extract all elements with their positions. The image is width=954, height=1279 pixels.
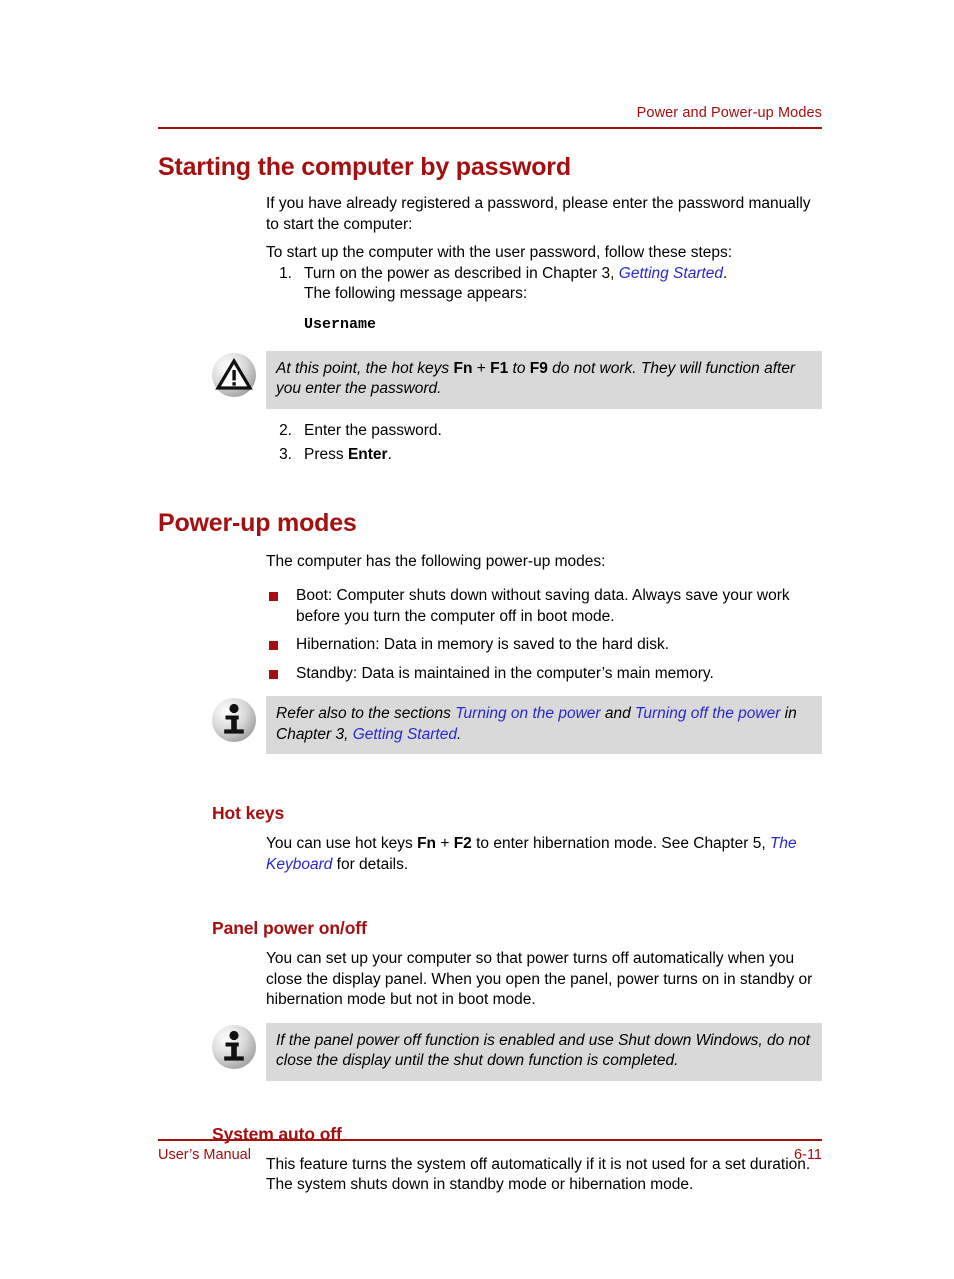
panel-power-section: Panel power on/off You can set up your c…: [212, 917, 822, 1011]
header-divider-rule: [158, 127, 822, 129]
page-running-header: Power and Power-up Modes: [158, 104, 822, 122]
key-fn-label: Fn: [453, 359, 473, 377]
step-text-after-bold: .: [387, 446, 392, 463]
heading-hot-keys: Hot keys: [212, 803, 285, 823]
panel-power-body: You can set up your computer so that pow…: [266, 949, 822, 1011]
warning-text-part-2: +: [472, 359, 491, 377]
hot-keys-part-2: +: [436, 835, 454, 852]
callout-info-refer-sections: Refer also to the sections Turning on th…: [212, 696, 822, 754]
power-up-modes-intro: The computer has the following power-up …: [266, 552, 606, 570]
hot-keys-section: Hot keys You can use hot keys Fn + F2 to…: [212, 802, 822, 875]
footer-manual-label: User’s Manual: [158, 1147, 251, 1163]
key-f9-label: F9: [529, 359, 548, 377]
warning-text-part-3: to: [508, 359, 530, 377]
power-up-modes-bullet-list: Boot: Computer shuts down without saving…: [266, 586, 822, 684]
starting-leadin-paragraph: To start up the computer with the user p…: [266, 244, 733, 261]
heading-starting-computer-by-password: Starting the computer by password: [158, 153, 571, 181]
warning-triangle-icon: [212, 352, 256, 397]
starting-body-block: If you have already registered a passwor…: [266, 194, 822, 335]
list-item-step-3: 3. Press Enter.: [266, 445, 822, 466]
key-f2-label: F2: [453, 835, 472, 852]
running-head-text: Power and Power-up Modes: [636, 105, 822, 121]
starting-steps-continued: 2. Enter the password. 3. Press Enter.: [266, 421, 822, 466]
info-text-part-4: .: [456, 725, 462, 743]
bullet-text-standby: Standby: Data is maintained in the compu…: [296, 664, 714, 682]
list-item-hibernation: Hibernation: Data in memory is saved to …: [266, 635, 822, 656]
info-text-part-1: Refer also to the sections: [276, 705, 456, 722]
footer-page-number: 6-11: [794, 1147, 822, 1163]
starting-steps-list: 1. Turn on the power as described in Cha…: [266, 264, 822, 305]
warning-callout-box: At this point, the hot keys Fn + F1 to F…: [266, 350, 822, 409]
footer-divider-rule: [158, 1139, 822, 1141]
info-icon-wrapper-2: [212, 1024, 256, 1069]
hot-keys-part-1: You can use hot keys: [266, 835, 418, 852]
info-callout-box-2: If the panel power off function is enabl…: [266, 1022, 822, 1081]
power-up-modes-body: The computer has the following power-up …: [266, 552, 822, 685]
starting-intro-paragraph: If you have already registered a passwor…: [266, 195, 811, 233]
heading-system-auto-off: System auto off: [212, 1123, 342, 1144]
bullet-text-boot: Boot: Computer shuts down without saving…: [296, 587, 790, 625]
warning-text-part-1: At this point, the hot keys: [276, 359, 454, 377]
warning-icon-wrapper: [212, 352, 256, 397]
info-callout-text-2: If the panel power off function is enabl…: [276, 1031, 811, 1070]
panel-power-paragraph: You can set up your computer so that pow…: [266, 950, 813, 1008]
step-text-after-link: .: [723, 264, 728, 282]
page-footer: User’s Manual 6-11: [158, 1146, 822, 1164]
step-number: 3.: [279, 446, 292, 463]
hot-keys-part-3: to enter hibernation mode. See Chapter 5…: [471, 835, 770, 852]
hot-keys-body: You can use hot keys Fn + F2 to enter hi…: [266, 834, 822, 875]
square-bullet-icon: [269, 592, 278, 601]
link-getting-started[interactable]: Getting Started: [619, 265, 723, 282]
list-item-step-2: 2. Enter the password.: [266, 421, 822, 442]
warning-callout-text: At this point, the hot keys Fn + F1 to F…: [276, 359, 812, 400]
step-number: 1.: [279, 264, 292, 282]
callout-info-panel-power: If the panel power off function is enabl…: [212, 1022, 822, 1081]
heading-panel-power-on-off: Panel power on/off: [212, 918, 367, 938]
info-callout-text-1: Refer also to the sections Turning on th…: [276, 704, 812, 745]
list-item-boot: Boot: Computer shuts down without saving…: [266, 586, 822, 627]
info-callout-box-1: Refer also to the sections Turning on th…: [266, 696, 822, 754]
heading-power-up-modes: Power-up modes: [158, 508, 357, 537]
link-turning-off-the-power[interactable]: Turning off the power: [635, 705, 780, 722]
square-bullet-icon: [269, 669, 278, 679]
bullet-text-hibernation: Hibernation: Data in memory is saved to …: [296, 636, 670, 653]
info-text-part-2: and: [600, 705, 636, 722]
page-content: Starting the computer by password If you…: [158, 140, 822, 1196]
step-text-before-bold: Press: [304, 446, 348, 463]
square-bullet-icon: [269, 641, 278, 650]
info-icon: [212, 1024, 256, 1069]
hot-keys-part-4: for details.: [332, 855, 409, 873]
key-enter-label: Enter: [347, 446, 388, 463]
message-code-username: Username: [304, 315, 377, 333]
starting-steps-list-continued: 2. Enter the password. 3. Press Enter.: [266, 421, 822, 466]
step-text-before-link: Turn on the power as described in Chapte…: [304, 264, 619, 282]
list-item-step-1: 1. Turn on the power as described in Cha…: [266, 264, 822, 305]
list-item-standby: Standby: Data is maintained in the compu…: [266, 664, 822, 685]
manual-page: Power and Power-up Modes Starting the co…: [0, 0, 954, 1279]
link-turning-on-the-power[interactable]: Turning on the power: [455, 705, 600, 722]
link-getting-started-2[interactable]: Getting Started: [353, 726, 457, 743]
step-number: 2.: [279, 421, 292, 439]
info-icon: [212, 698, 256, 742]
key-f1-label: F1: [490, 359, 509, 377]
hot-keys-paragraph: You can use hot keys Fn + F2 to enter hi…: [266, 834, 822, 875]
info-icon-wrapper-1: [212, 698, 256, 742]
step-text: Enter the password.: [304, 421, 442, 439]
step-continuation-text: The following message appears:: [304, 285, 528, 302]
callout-warning-hotkeys: At this point, the hot keys Fn + F1 to F…: [212, 350, 822, 409]
key-fn-label: Fn: [417, 835, 437, 852]
